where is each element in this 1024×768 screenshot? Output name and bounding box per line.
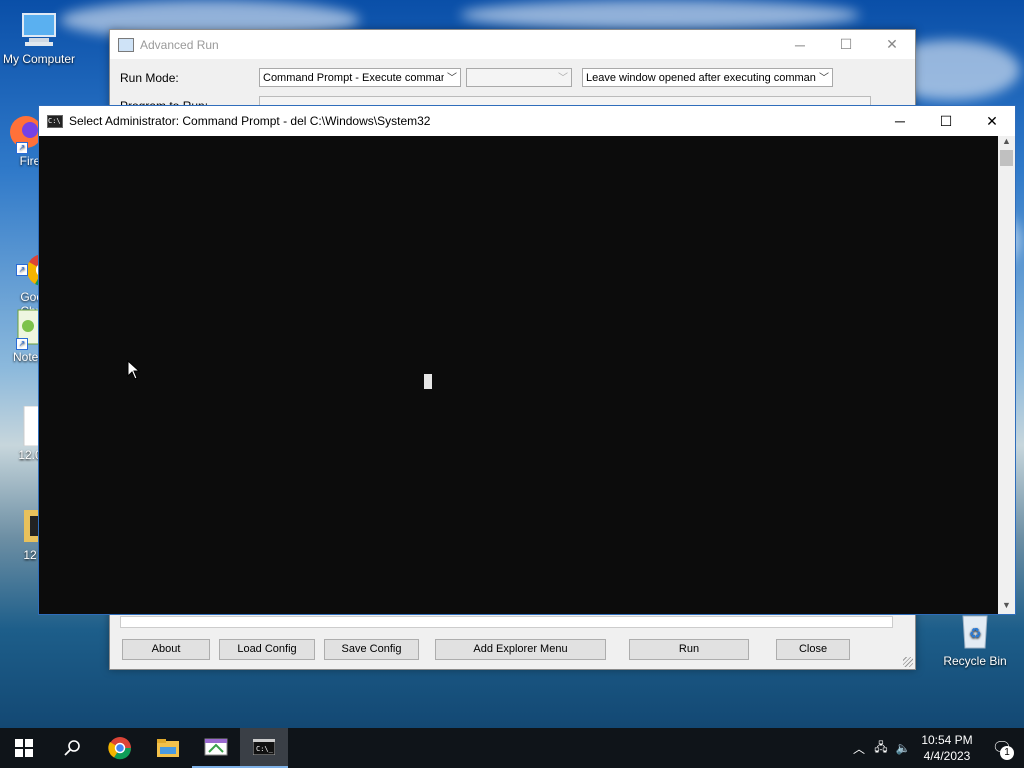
action-center-button[interactable]: 🗨 1: [980, 728, 1024, 768]
system-tray: ︿ 🖧 🔈 10:54 PM 4/4/2023 🗨 1: [848, 728, 1024, 768]
minimize-button[interactable]: ─: [877, 107, 923, 136]
close-button[interactable]: ✕: [869, 30, 915, 59]
console-output[interactable]: [39, 136, 998, 614]
advanced-run-app-icon: [204, 738, 228, 756]
clock[interactable]: 10:54 PM 4/4/2023: [914, 732, 980, 764]
folder-icon: [0, 506, 40, 546]
volume-icon[interactable]: 🔈: [892, 741, 914, 755]
start-button[interactable]: [0, 728, 48, 768]
maximize-button[interactable]: ☐: [923, 107, 969, 136]
svg-text:♻: ♻: [969, 626, 982, 642]
text-cursor: [424, 374, 432, 389]
console-app-icon: C:\: [47, 114, 63, 128]
about-button[interactable]: About: [122, 639, 210, 660]
chevron-down-icon: ﹀: [444, 69, 460, 86]
desktop-icon-label: 12: [23, 548, 37, 562]
shortcut-arrow-icon: ↗: [16, 142, 28, 154]
run-mode-select[interactable]: Command Prompt - Execute command ﹀: [259, 68, 461, 87]
taskbar-advanced-run[interactable]: [192, 728, 240, 768]
window-option-value: Leave window opened after executing comm…: [586, 72, 823, 84]
run-mode-label: Run Mode:: [120, 71, 179, 85]
scroll-down-arrow-icon[interactable]: ▼: [998, 600, 1015, 614]
chevron-down-icon: ﹀: [816, 69, 832, 86]
search-icon: [64, 740, 80, 756]
command-prompt-titlebar[interactable]: C:\ Select Administrator: Command Prompt…: [39, 106, 1015, 136]
add-explorer-menu-button[interactable]: Add Explorer Menu: [435, 639, 606, 660]
clock-time: 10:54 PM: [921, 733, 973, 747]
scroll-area: [120, 616, 893, 628]
shortcut-arrow-icon: ↗: [16, 264, 28, 276]
mouse-pointer-icon: [127, 359, 141, 383]
folder-icon: [157, 739, 179, 757]
file-icon: [0, 405, 41, 447]
taskbar-chrome[interactable]: [96, 728, 144, 768]
save-config-button[interactable]: Save Config: [324, 639, 419, 660]
desktop-icon-label: My Computer: [2, 52, 76, 66]
windows-logo-icon: [15, 739, 33, 757]
notification-count-badge: 1: [1000, 746, 1014, 760]
load-config-button[interactable]: Load Config: [219, 639, 315, 660]
computer-icon: [19, 10, 59, 50]
chrome-icon: [108, 737, 132, 760]
chevron-down-icon: ﹀: [555, 69, 571, 86]
show-hidden-icons-icon[interactable]: ︿: [848, 740, 870, 757]
chrome-icon: ↗: [0, 234, 60, 287]
desktop-icon-recycle-bin[interactable]: ♻ Recycle Bin: [937, 612, 1013, 668]
recycle-bin-icon: ♻: [955, 612, 995, 652]
minimize-button[interactable]: ─: [777, 30, 823, 59]
scroll-up-arrow-icon[interactable]: ▲: [998, 136, 1015, 150]
command-prompt-window[interactable]: C:\ Select Administrator: Command Prompt…: [38, 105, 1016, 615]
shortcut-arrow-icon: ↗: [16, 338, 28, 350]
desktop-icon-my-computer[interactable]: My Computer: [1, 10, 77, 66]
close-config-button[interactable]: Close: [776, 639, 850, 660]
console-app-icon: C:\_: [253, 739, 275, 755]
clock-date: 4/4/2023: [923, 749, 971, 763]
window-title: Advanced Run: [140, 37, 219, 52]
blank-select[interactable]: ﹀: [466, 68, 572, 87]
resize-grip-icon[interactable]: [903, 657, 913, 667]
maximize-button[interactable]: ☐: [823, 30, 869, 59]
window-option-select[interactable]: Leave window opened after executing comm…: [582, 68, 833, 87]
advanced-run-app-icon: [118, 37, 134, 52]
taskbar: C:\_ ︿ 🖧 🔈 10:54 PM 4/4/2023 🗨 1: [0, 728, 1024, 768]
svg-text:C:\_: C:\_: [256, 745, 274, 753]
firefox-icon: ↗: [0, 112, 42, 154]
desktop-icon-label: Recycle Bin: [943, 654, 1007, 668]
search-button[interactable]: [48, 728, 96, 768]
window-title: Select Administrator: Command Prompt - d…: [69, 114, 431, 128]
advanced-run-titlebar[interactable]: Advanced Run ─ ☐ ✕: [110, 30, 915, 59]
close-button[interactable]: ✕: [969, 107, 1015, 136]
network-icon[interactable]: 🖧: [870, 738, 892, 759]
taskbar-command-prompt[interactable]: C:\_: [240, 728, 288, 768]
notepad-icon: ↗: [0, 308, 41, 350]
run-button[interactable]: Run: [629, 639, 749, 660]
run-mode-value: Command Prompt - Execute command: [263, 72, 454, 84]
taskbar-file-explorer[interactable]: [144, 728, 192, 768]
vertical-scrollbar[interactable]: ▲ ▼: [998, 136, 1015, 614]
scroll-thumb[interactable]: [1000, 150, 1013, 166]
